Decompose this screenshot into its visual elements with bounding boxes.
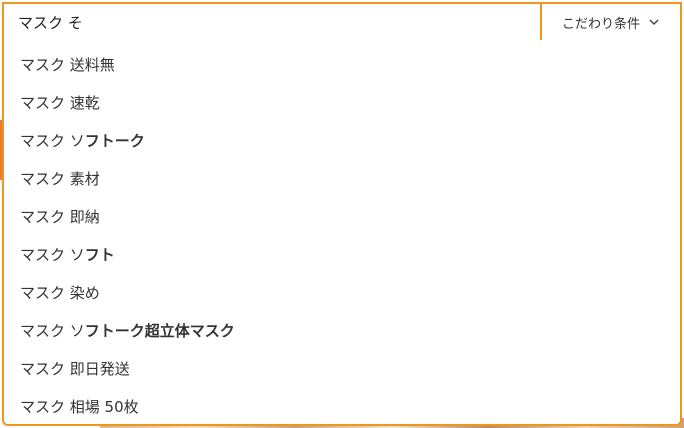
suggestion-item[interactable]: マスク ソフトーク [4,121,680,159]
suggestion-item[interactable]: マスク 染め [4,273,680,311]
suggestion-item[interactable]: マスク ソフトーク超立体マスク [4,311,680,349]
suggestion-item[interactable]: マスク 即日発送 [4,349,680,387]
search-input[interactable] [4,4,540,40]
suggestion-item[interactable]: マスク 速乾 [4,83,680,121]
filter-conditions-label: こだわり条件 [561,16,640,32]
suggestion-dropdown: マスク 送料無 マスク 速乾 マスク ソフトーク マスク 素材 マスク 即納 マ… [2,40,682,426]
suggestion-item[interactable]: マスク 素材 [4,159,680,197]
search-bar: こだわり条件 [2,2,682,42]
suggestion-item[interactable]: マスク 即納 [4,197,680,235]
suggestion-item[interactable]: マスク ソフト [4,235,680,273]
chevron-down-icon [648,16,660,28]
suggestion-item[interactable]: マスク 送料無 [4,45,680,83]
suggestion-item[interactable]: マスク 相場 50枚 [4,387,680,425]
filter-conditions-button[interactable]: こだわり条件 [540,4,680,40]
